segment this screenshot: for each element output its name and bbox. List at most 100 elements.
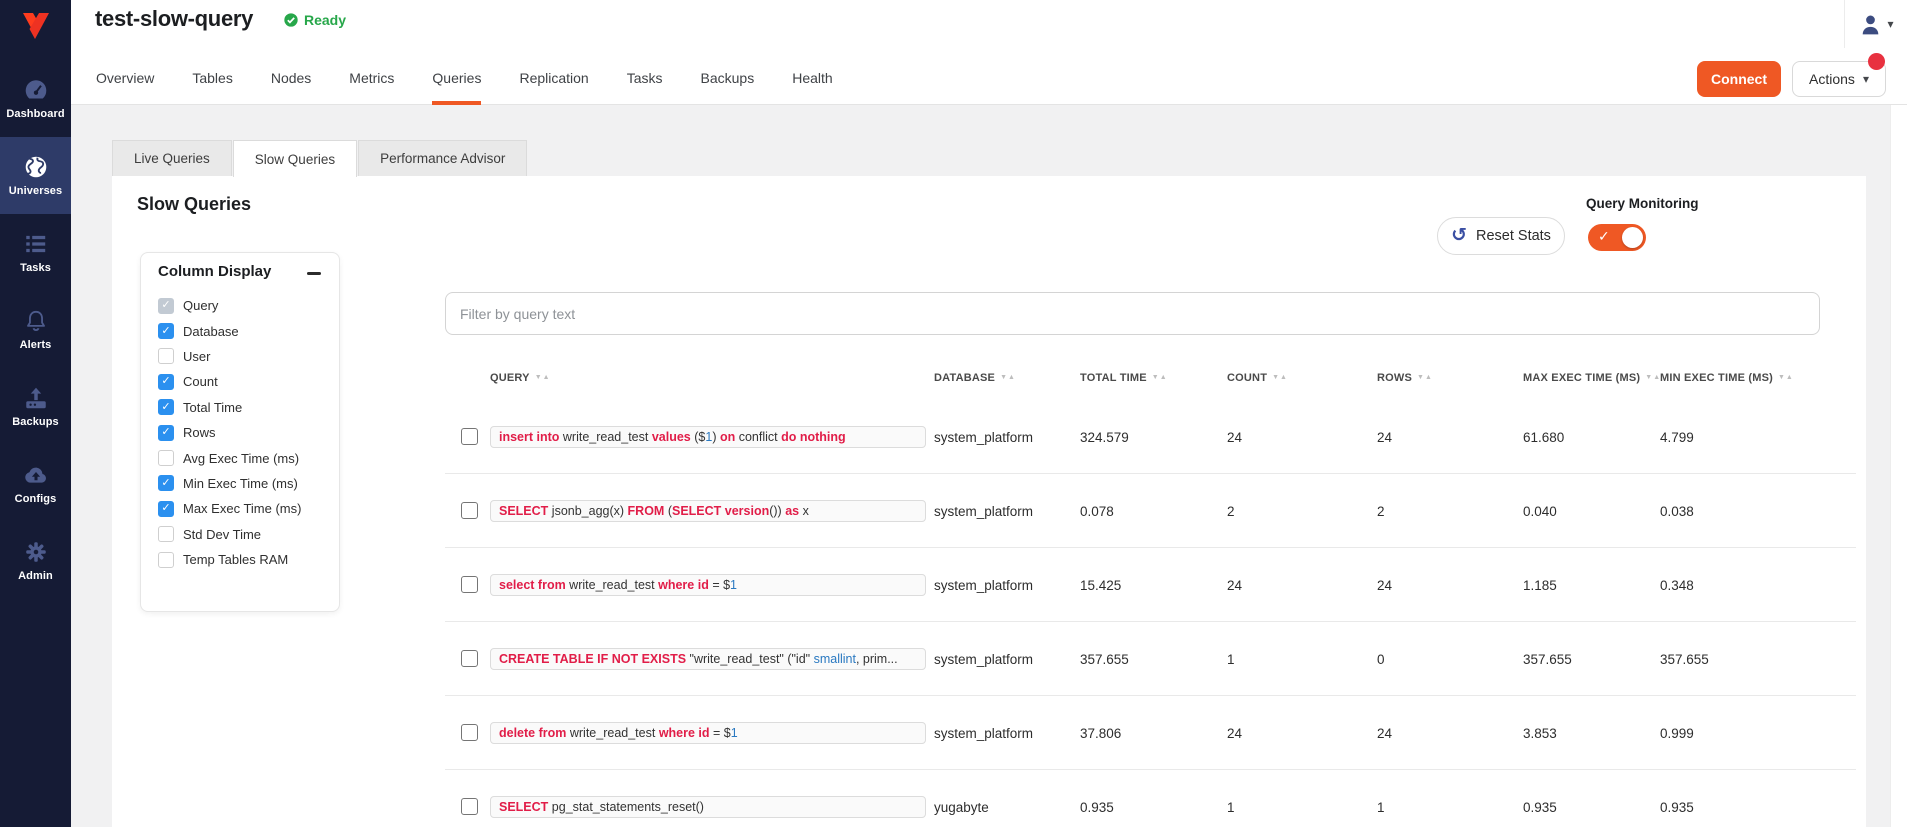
cell-count: 24 — [1227, 430, 1242, 445]
cell-count: 1 — [1227, 800, 1235, 815]
query-cell[interactable]: delete from write_read_test where id = $… — [490, 722, 926, 744]
column-option-query[interactable]: ✓Query — [158, 293, 333, 318]
column-header-count[interactable]: COUNT▼▲ — [1227, 372, 1288, 384]
column-header-max-exec-time-ms[interactable]: MAX EXEC TIME (MS)▼▲ — [1523, 372, 1661, 384]
cell-count: 2 — [1227, 504, 1235, 519]
query-segment: 1 — [731, 726, 738, 740]
column-header-label: TOTAL TIME — [1080, 372, 1147, 384]
slow-queries-panel: Slow Queries ↺ Reset Stats Query Monitor… — [112, 176, 1866, 827]
tab-tasks[interactable]: Tasks — [627, 55, 663, 105]
actions-button-label: Actions — [1809, 71, 1855, 87]
column-header-label: COUNT — [1227, 372, 1267, 384]
sidebar-item-admin[interactable]: Admin — [0, 522, 71, 599]
sidebar-item-configs[interactable]: Configs — [0, 445, 71, 522]
query-segment: ( — [664, 504, 672, 518]
yugabyte-logo[interactable] — [0, 8, 71, 46]
table-row: select from write_read_test where id = $… — [112, 548, 1866, 622]
row-checkbox[interactable] — [461, 798, 478, 815]
sidebar-item-alerts[interactable]: Alerts — [0, 291, 71, 368]
cell-max_exec: 3.853 — [1523, 726, 1557, 741]
query-segment: values — [652, 430, 691, 444]
column-option-label: Query — [183, 298, 218, 313]
query-segment: 1 — [730, 578, 737, 592]
reset-stats-button[interactable]: ↺ Reset Stats — [1437, 217, 1565, 255]
column-header-label: MIN EXEC TIME (MS) — [1660, 372, 1773, 384]
cell-total_time: 37.806 — [1080, 726, 1121, 741]
collapse-icon[interactable] — [307, 272, 321, 275]
subtab-slow-queries[interactable]: Slow Queries — [233, 140, 357, 177]
query-segment: SELECT — [499, 504, 548, 518]
query-segment: write_read_test — [566, 578, 658, 592]
scrollbar[interactable] — [1890, 105, 1907, 827]
cell-max_exec: 0.935 — [1523, 800, 1557, 815]
query-segment: conflict — [735, 430, 781, 444]
subtab-performance-advisor[interactable]: Performance Advisor — [358, 140, 527, 176]
query-segment: select from — [499, 578, 566, 592]
cell-min_exec: 0.999 — [1660, 726, 1694, 741]
universe-title: test-slow-query — [95, 6, 253, 32]
row-checkbox[interactable] — [461, 576, 478, 593]
query-cell[interactable]: insert into write_read_test values ($1) … — [490, 426, 926, 448]
sidebar-item-backups[interactable]: Backups — [0, 368, 71, 445]
row-checkbox[interactable] — [461, 428, 478, 445]
sort-icon: ▼▲ — [1000, 374, 1016, 381]
sidebar-nav: DashboardUniverses Tasks AlertsBackups Conf… — [0, 60, 71, 599]
connect-button[interactable]: Connect — [1697, 61, 1781, 97]
subtab-live-queries[interactable]: Live Queries — [112, 140, 232, 176]
column-header-rows[interactable]: ROWS▼▲ — [1377, 372, 1433, 384]
tab-replication[interactable]: Replication — [519, 55, 588, 105]
backups-icon — [23, 385, 49, 411]
column-header-min-exec-time-ms[interactable]: MIN EXEC TIME (MS)▼▲ — [1660, 372, 1794, 384]
sidebar-item-tasks[interactable]: Tasks — [0, 214, 71, 291]
tasks-icon — [23, 231, 49, 257]
tab-nodes[interactable]: Nodes — [271, 55, 311, 105]
tab-queries[interactable]: Queries — [432, 55, 481, 105]
checkbox-icon: ✓ — [158, 323, 174, 339]
column-header-query[interactable]: QUERY▼▲ — [490, 372, 551, 384]
query-cell[interactable]: SELECT jsonb_agg(x) FROM (SELECT version… — [490, 500, 926, 522]
query-cell[interactable]: SELECT pg_stat_statements_reset() — [490, 796, 926, 818]
table-row: SELECT jsonb_agg(x) FROM (SELECT version… — [112, 474, 1866, 548]
query-segment: as — [785, 504, 799, 518]
admin-icon — [23, 539, 49, 565]
check-circle-icon — [283, 12, 299, 28]
universe-tabs: Overview Tables Nodes Metrics Queries Replica… — [96, 55, 833, 105]
cell-database: system_platform — [934, 430, 1033, 445]
query-segment: jsonb_agg(x) — [548, 504, 627, 518]
column-option-database[interactable]: ✓Database — [158, 318, 333, 343]
row-checkbox[interactable] — [461, 650, 478, 667]
tab-tables[interactable]: Tables — [192, 55, 232, 105]
row-checkbox[interactable] — [461, 724, 478, 741]
cell-rows: 1 — [1377, 800, 1385, 815]
sidebar-item-universes[interactable]: Universes — [0, 137, 71, 214]
tab-health[interactable]: Health — [792, 55, 832, 105]
column-display-title: Column Display — [158, 263, 271, 280]
query-segment: = $ — [710, 726, 731, 740]
query-cell[interactable]: CREATE TABLE IF NOT EXISTS "write_read_t… — [490, 648, 926, 670]
tab-backups[interactable]: Backups — [701, 55, 755, 105]
row-checkbox[interactable] — [461, 502, 478, 519]
sidebar-item-dashboard[interactable]: Dashboard — [0, 60, 71, 137]
sort-icon: ▼▲ — [535, 374, 551, 381]
cell-database: yugabyte — [934, 800, 989, 815]
sidebar-item-label: Tasks — [20, 262, 51, 274]
user-menu[interactable]: ▾ — [1844, 0, 1907, 48]
cell-min_exec: 357.655 — [1660, 652, 1709, 667]
query-segment: "write_read_test" ("id" — [686, 652, 814, 666]
query-filter-input[interactable] — [445, 292, 1820, 335]
sidebar-item-label: Configs — [15, 493, 57, 505]
tab-overview[interactable]: Overview — [96, 55, 154, 105]
chevron-down-icon: ▾ — [1863, 73, 1869, 85]
tab-metrics[interactable]: Metrics — [349, 55, 394, 105]
column-header-total-time[interactable]: TOTAL TIME▼▲ — [1080, 372, 1168, 384]
column-header-database[interactable]: DATABASE▼▲ — [934, 372, 1016, 384]
status-badge: Ready — [283, 12, 346, 28]
query-monitoring-toggle[interactable]: ✓ — [1588, 224, 1646, 251]
sidebar-item-label: Admin — [18, 570, 53, 582]
alerts-icon — [23, 308, 49, 334]
queries-subtabs: Live QueriesSlow QueriesPerformance Advi… — [112, 140, 528, 177]
topbar: test-slow-query Ready Overview Tables Node… — [71, 0, 1907, 105]
query-cell[interactable]: select from write_read_test where id = $… — [490, 574, 926, 596]
column-option-user[interactable]: User — [158, 344, 333, 369]
reset-stats-label: Reset Stats — [1476, 228, 1551, 244]
